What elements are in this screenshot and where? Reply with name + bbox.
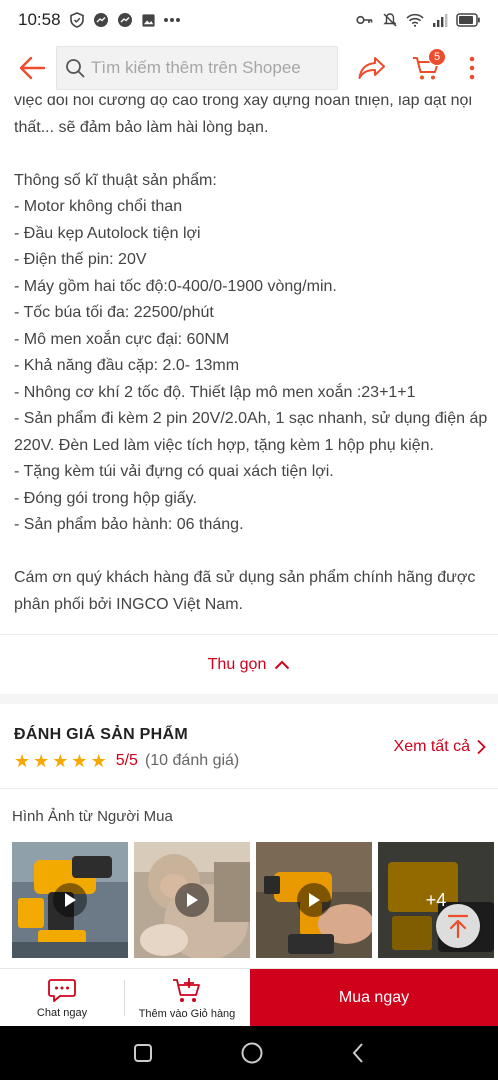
collapse-button[interactable]: Thu gọn bbox=[0, 636, 498, 694]
buyer-images: +4 bbox=[12, 842, 494, 958]
back-icon bbox=[352, 1043, 363, 1063]
description-line: Thông số kĩ thuật sản phẩm: bbox=[14, 171, 217, 189]
rating-stars: ★ ★ ★ ★ ★ bbox=[14, 752, 107, 770]
add-to-cart-button[interactable]: Thêm vào Giỏ hàng bbox=[125, 969, 249, 1027]
star-icon: ★ bbox=[71, 751, 88, 771]
star-icon: ★ bbox=[14, 751, 31, 771]
status-left: 10:58 bbox=[18, 10, 180, 30]
reviews-header: ĐÁNH GIÁ SẢN PHẨM ★ ★ ★ ★ ★ 5/5 (10 đánh giá… bbox=[0, 704, 498, 788]
collapse-label: Thu gọn bbox=[207, 656, 267, 673]
description-line: - Khả năng đầu cặp: 2.0- 13mm bbox=[14, 357, 240, 374]
share-button[interactable] bbox=[350, 46, 394, 90]
chat-now-button[interactable]: Chat ngay bbox=[0, 969, 124, 1027]
see-all-label: Xem tất cả bbox=[393, 738, 470, 755]
chevron-up-icon bbox=[275, 660, 290, 670]
recent-apps-icon bbox=[134, 1044, 153, 1062]
star-icon: ★ bbox=[52, 751, 69, 771]
rating-row: ★ ★ ★ ★ ★ 5/5 (10 đánh giá) bbox=[14, 752, 239, 770]
messenger-icon bbox=[93, 12, 109, 28]
description-line bbox=[14, 539, 488, 566]
system-nav-bar bbox=[0, 1026, 498, 1080]
description-line: Cám ơn quý khách hàng đã sử dụng sản phẩ… bbox=[14, 569, 476, 613]
arrow-left-icon bbox=[19, 56, 46, 80]
cart-badge: 5 bbox=[428, 48, 446, 66]
cart-button[interactable]: 5 bbox=[404, 46, 448, 90]
status-bar: 10:58 bbox=[0, 0, 498, 40]
buyer-images-title: Hình Ảnh từ Người Mua bbox=[12, 808, 173, 825]
play-icon bbox=[53, 883, 87, 917]
more-dots-icon bbox=[163, 17, 180, 23]
shield-icon bbox=[69, 12, 85, 28]
section-gap bbox=[0, 694, 498, 704]
status-time: 10:58 bbox=[18, 10, 61, 29]
divider bbox=[0, 788, 498, 789]
star-icon: ★ bbox=[33, 751, 50, 771]
top-actions: 5 bbox=[350, 46, 486, 90]
arrow-up-to-top-icon bbox=[447, 914, 469, 939]
more-images-count: +4 bbox=[425, 889, 447, 910]
see-all-link[interactable]: Xem tất cả bbox=[394, 738, 486, 756]
bottom-action-bar: Chat ngay Thêm vào Giỏ hàng Mua ngay bbox=[0, 968, 498, 1027]
mute-icon bbox=[382, 12, 398, 28]
play-icon bbox=[175, 883, 209, 917]
image-icon bbox=[141, 13, 156, 28]
more-options-button[interactable] bbox=[458, 46, 486, 90]
key-icon bbox=[356, 14, 374, 26]
description-line: - Đầu kẹp Autolock tiện lợi bbox=[14, 224, 201, 242]
messenger-icon bbox=[117, 12, 133, 28]
more-vertical-icon bbox=[469, 56, 475, 80]
buyer-video-thumb[interactable] bbox=[256, 842, 372, 958]
add-to-cart-icon bbox=[173, 978, 200, 1002]
signal-icon bbox=[432, 13, 448, 27]
battery-icon bbox=[456, 13, 480, 27]
play-icon bbox=[297, 883, 331, 917]
search-input[interactable] bbox=[91, 58, 329, 78]
buyer-video-thumb[interactable] bbox=[12, 842, 128, 958]
recent-apps-button[interactable] bbox=[133, 1043, 153, 1063]
description-line: - Tốc búa tối đa: 22500/phút bbox=[14, 304, 214, 321]
home-icon bbox=[241, 1042, 263, 1064]
chat-icon bbox=[48, 979, 76, 1002]
top-bar: 5 bbox=[0, 40, 498, 96]
buyer-video-thumb[interactable] bbox=[134, 842, 250, 958]
description-text: việc đòi hỏi cường độ cao trong xây dựng… bbox=[14, 96, 488, 618]
scroll-to-top-button[interactable] bbox=[436, 904, 480, 948]
description-line: việc đòi hỏi cường độ cao trong xây dựng… bbox=[14, 96, 472, 136]
home-button[interactable] bbox=[240, 1041, 264, 1065]
more-images-overlay: +4 bbox=[378, 842, 494, 958]
description-line: - Nhông cơ khí 2 tốc độ. Thiết lập mô me… bbox=[14, 383, 416, 401]
description-line: - Máy gồm hai tốc độ:0-400/0-1900 vòng/m… bbox=[14, 277, 337, 295]
description-line bbox=[14, 141, 488, 168]
search-box[interactable] bbox=[56, 46, 338, 90]
description-line: - Sản phẩm đi kèm 2 pin 20V/2.0Ah, 1 sạc… bbox=[14, 410, 488, 454]
buyer-image-thumb-more[interactable]: +4 bbox=[378, 842, 494, 958]
product-description: việc đòi hỏi cường độ cao trong xây dựng… bbox=[0, 96, 498, 634]
chevron-right-icon bbox=[477, 739, 486, 755]
description-line: - Motor không chổi than bbox=[14, 198, 183, 215]
reviews-title: ĐÁNH GIÁ SẢN PHẨM bbox=[14, 726, 188, 743]
status-right bbox=[356, 12, 480, 28]
system-back-button[interactable] bbox=[351, 1042, 365, 1064]
star-icon: ★ bbox=[90, 751, 107, 771]
buy-now-label: Mua ngay bbox=[338, 989, 410, 1006]
search-icon bbox=[65, 58, 85, 78]
share-icon bbox=[358, 57, 385, 79]
description-line: - Sản phẩm bảo hành: 06 tháng. bbox=[14, 516, 244, 533]
rating-value: 5/5 bbox=[115, 752, 138, 769]
back-button[interactable] bbox=[12, 48, 52, 88]
description-line: - Tặng kèm túi vải đựng có quai xách tiệ… bbox=[14, 463, 334, 480]
wifi-icon bbox=[406, 13, 424, 27]
chat-now-label: Chat ngay bbox=[36, 1007, 88, 1019]
description-line: - Đóng gói trong hộp giấy. bbox=[14, 489, 197, 507]
buy-now-button[interactable]: Mua ngay bbox=[250, 969, 498, 1027]
divider bbox=[0, 634, 498, 635]
description-line: - Điện thế pin: 20V bbox=[14, 251, 147, 268]
add-to-cart-label: Thêm vào Giỏ hàng bbox=[138, 1008, 236, 1020]
rating-count: (10 đánh giá) bbox=[144, 752, 240, 769]
description-line: - Mô men xoắn cực đại: 60NM bbox=[14, 330, 230, 348]
